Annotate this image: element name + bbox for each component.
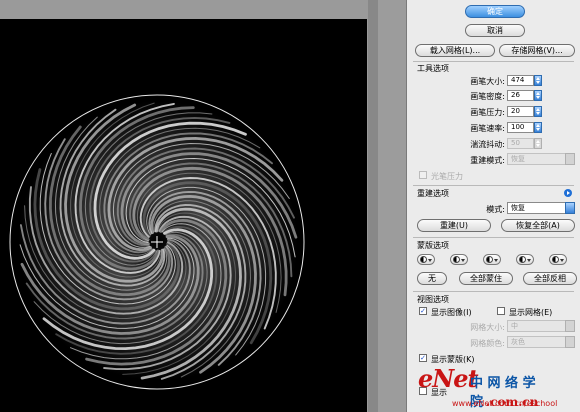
show-mesh-checkbox[interactable]	[497, 307, 505, 315]
brush-rate-input[interactable]: 100	[507, 122, 534, 133]
reconstruct-mode-label-2: 模式:	[486, 205, 505, 214]
chevron-down-icon	[565, 153, 575, 165]
show-image-label: 显示图像(I)	[431, 308, 472, 317]
brush-pressure-label: 画笔压力:	[470, 108, 505, 117]
mask-invert-icon[interactable]	[549, 254, 567, 265]
swirl-image	[9, 94, 305, 390]
brush-pressure-stepper[interactable]	[534, 106, 542, 117]
reconstruct-mode-select: 恢复	[507, 153, 575, 165]
canvas-gutter	[378, 0, 406, 412]
canvas-area[interactable]	[0, 0, 406, 412]
reconstruct-button[interactable]: 重建(U)	[417, 219, 491, 232]
ok-button[interactable]: 确定	[465, 5, 525, 18]
cancel-button[interactable]: 取消	[465, 24, 525, 37]
view-options-heading: 视图选项	[417, 295, 449, 304]
reconstruct-mode-dropdown-value: 恢复	[511, 204, 525, 212]
stylus-pressure-checkbox	[419, 171, 427, 179]
turbulent-jitter-label: 湍流抖动:	[470, 140, 505, 149]
turbulent-jitter-stepper	[534, 138, 542, 149]
watermark-logo: eNet	[418, 364, 479, 393]
canvas-scrollbar[interactable]	[368, 0, 378, 412]
mesh-size-select: 中	[507, 320, 575, 332]
reconstruct-mode-value: 恢复	[511, 155, 525, 163]
mask-subtract-icon[interactable]	[483, 254, 501, 265]
brush-rate-stepper[interactable]	[534, 122, 542, 133]
reconstruct-options-heading: 重建选项	[417, 189, 449, 198]
mask-intersect-icon[interactable]	[516, 254, 534, 265]
divider	[413, 61, 574, 62]
show-mesh-label: 显示网格(E)	[509, 308, 553, 317]
mask-all-button[interactable]: 全部蒙住	[459, 272, 513, 285]
divider	[413, 185, 574, 186]
show-mask-checkbox[interactable]: ✓	[419, 354, 427, 362]
mesh-color-select: 灰色	[507, 336, 575, 348]
brush-density-stepper[interactable]	[534, 90, 542, 101]
turbulent-jitter-input: 50	[507, 138, 534, 149]
mesh-size-value: 中	[511, 322, 518, 330]
save-mesh-button[interactable]: 存储网格(V)...	[499, 44, 575, 57]
mask-options-heading: 蒙版选项	[417, 241, 449, 250]
options-panel: 确定 取消 载入网格(L)... 存储网格(V)... 工具选项 画笔大小: 4…	[406, 0, 580, 412]
brush-size-label: 画笔大小:	[470, 77, 505, 86]
mesh-color-label: 网格颜色:	[470, 339, 505, 348]
stylus-pressure-label: 光笔压力	[431, 172, 463, 181]
brush-density-label: 画笔密度:	[470, 92, 505, 101]
mask-replace-icon[interactable]	[417, 254, 435, 265]
reconstruct-mode-dropdown[interactable]: 恢复	[507, 202, 575, 214]
show-image-checkbox[interactable]: ✓	[419, 307, 427, 315]
mesh-size-label: 网格大小:	[470, 323, 505, 332]
chevron-down-icon	[565, 336, 575, 348]
invert-all-button[interactable]: 全部反相	[523, 272, 577, 285]
tool-options-heading: 工具选项	[417, 64, 449, 73]
brush-rate-label: 画笔速率:	[470, 124, 505, 133]
mesh-color-value: 灰色	[511, 338, 525, 346]
mask-none-button[interactable]: 无	[417, 272, 447, 285]
divider	[413, 237, 574, 238]
chevron-down-icon	[565, 320, 575, 332]
brush-size-stepper[interactable]	[534, 75, 542, 86]
mask-add-icon[interactable]	[450, 254, 468, 265]
brush-pressure-input[interactable]: 20	[507, 106, 534, 117]
restore-all-button[interactable]: 恢复全部(A)	[501, 219, 575, 232]
watermark-url: www.eNet.com.cn/eschool	[452, 399, 558, 408]
brush-density-input[interactable]: 26	[507, 90, 534, 101]
brush-size-input[interactable]: 474	[507, 75, 534, 86]
panel-menu-icon[interactable]	[564, 189, 572, 197]
reconstruct-mode-label: 重建模式:	[470, 156, 505, 165]
load-mesh-button[interactable]: 载入网格(L)...	[415, 44, 495, 57]
chevron-down-icon	[565, 202, 575, 214]
divider	[413, 291, 574, 292]
